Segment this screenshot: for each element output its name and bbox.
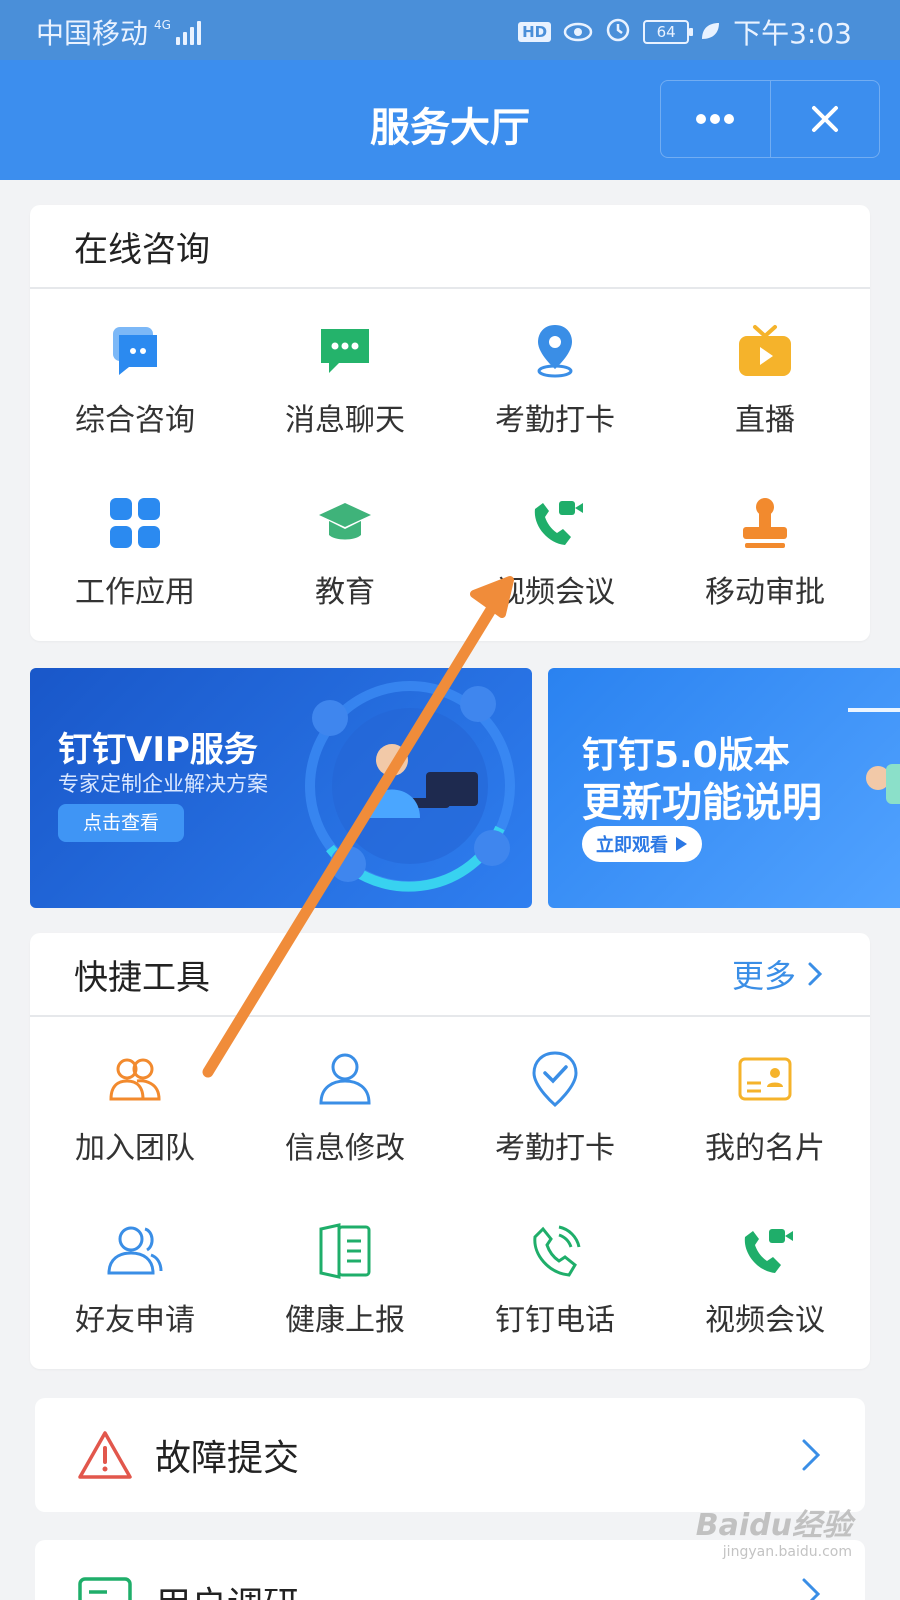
tool-item-ding-phone[interactable]: 钉钉电话 — [450, 1189, 660, 1361]
more-dots-icon — [696, 114, 735, 124]
tool-item-edit-info[interactable]: 信息修改 — [240, 1017, 450, 1189]
quick-tools-header: 快捷工具 更多 — [30, 933, 870, 1017]
play-triangle-icon — [676, 837, 687, 851]
consult-item-label: 考勤打卡 — [495, 403, 615, 438]
eye-icon — [563, 16, 593, 49]
banner-watch-label: 立即观看 — [596, 835, 668, 856]
consult-item-label: 工作应用 — [75, 575, 195, 610]
online-consult-header: 在线咨询 — [30, 205, 870, 289]
tool-item-label: 好友申请 — [75, 1303, 195, 1338]
consult-item-label: 直播 — [735, 403, 795, 438]
consult-item-live[interactable]: 直播 — [660, 289, 870, 461]
warning-icon — [78, 1431, 132, 1479]
user-survey-label: 用户调研 — [155, 1576, 299, 1600]
stamp-icon — [743, 498, 787, 548]
tool-item-join-team[interactable]: 加入团队 — [30, 1017, 240, 1189]
friends-icon — [107, 1226, 163, 1275]
online-consult-card: 在线咨询 综合咨询 消息聊天 考勤打卡 直播 工作应用 教育 视频会议 移动审批 — [30, 205, 870, 641]
banner-subtitle: 专家定制企业解决方案 — [58, 772, 268, 796]
chevron-right-icon — [802, 1439, 821, 1471]
close-button[interactable] — [771, 81, 880, 157]
business-card-icon — [738, 1057, 792, 1101]
quick-tools-grid: 加入团队 信息修改 考勤打卡 我的名片 好友申请 健康上报 钉钉电话 视频会议 — [30, 1017, 870, 1361]
graduation-cap-icon — [319, 503, 371, 540]
hd-badge: HD — [518, 22, 552, 42]
status-left: 中国移动 4G — [36, 12, 201, 52]
consult-item-label: 教育 — [315, 575, 375, 610]
tool-item-health-report[interactable]: 健康上报 — [240, 1189, 450, 1361]
alarm-icon — [605, 16, 631, 49]
consult-item-label: 视频会议 — [495, 575, 615, 610]
message-icon — [321, 329, 369, 373]
consult-item-work-apps[interactable]: 工作应用 — [30, 461, 240, 633]
close-icon — [811, 106, 838, 132]
watermark-url: jingyan.baidu.com — [722, 1544, 852, 1560]
tool-item-label: 钉钉电话 — [495, 1303, 615, 1338]
tool-item-attendance[interactable]: 考勤打卡 — [450, 1017, 660, 1189]
title-bar: 服务大厅 — [0, 60, 900, 180]
online-consult-title: 在线咨询 — [74, 229, 210, 270]
consult-item-video-meeting[interactable]: 视频会议 — [450, 461, 660, 633]
network-type: 4G — [154, 18, 171, 32]
consult-item-education[interactable]: 教育 — [240, 461, 450, 633]
consult-item-approval[interactable]: 移动审批 — [660, 461, 870, 633]
survey-icon — [78, 1577, 132, 1600]
tool-item-friend-request[interactable]: 好友申请 — [30, 1189, 240, 1361]
tool-item-business-card[interactable]: 我的名片 — [660, 1017, 870, 1189]
watermark: Baidu经验 jingyan.baidu.com — [696, 1500, 852, 1560]
tool-item-video-meeting[interactable]: 视频会议 — [660, 1189, 870, 1361]
banner-watch-button[interactable]: 立即观看 — [582, 826, 702, 862]
mini-program-capsule — [660, 80, 880, 158]
consult-item-message[interactable]: 消息聊天 — [240, 289, 450, 461]
video-call-icon — [534, 501, 583, 545]
fault-submit-row[interactable]: 故障提交 — [35, 1398, 865, 1512]
banner-title: 钉钉VIP服务 — [58, 730, 258, 770]
consult-item-label: 移动审批 — [705, 575, 825, 610]
tool-item-label: 信息修改 — [285, 1131, 405, 1166]
carrier-name: 中国移动 — [36, 17, 149, 50]
clock-time: 下午3:03 — [733, 17, 852, 50]
signal-icon — [173, 19, 201, 45]
tool-item-label: 健康上报 — [285, 1303, 405, 1338]
more-button[interactable] — [661, 81, 770, 157]
leaf-icon — [699, 16, 721, 49]
chevron-right-icon — [802, 1578, 821, 1600]
quick-tools-card: 快捷工具 更多 加入团队 信息修改 考勤打卡 我的名片 好友申请 健康上报 钉钉… — [30, 933, 870, 1369]
video-call-icon — [744, 1229, 793, 1273]
tool-item-label: 我的名片 — [705, 1131, 825, 1166]
phone-icon — [533, 1225, 581, 1277]
tool-item-label: 考勤打卡 — [495, 1131, 615, 1166]
consult-item-attendance[interactable]: 考勤打卡 — [450, 289, 660, 461]
tool-item-label: 视频会议 — [705, 1303, 825, 1338]
live-tv-icon — [739, 325, 791, 376]
more-label: 更多 — [731, 957, 796, 995]
location-check-icon — [532, 1051, 578, 1107]
team-icon — [109, 1058, 161, 1101]
banner-title-line2: 更新功能说明 — [582, 780, 822, 826]
health-report-icon — [319, 1223, 371, 1279]
consult-item-label: 综合咨询 — [75, 403, 195, 438]
quick-tools-title: 快捷工具 — [74, 957, 210, 998]
online-consult-grid: 综合咨询 消息聊天 考勤打卡 直播 工作应用 教育 视频会议 移动审批 — [30, 289, 870, 633]
battery-indicator: 64 — [643, 20, 694, 44]
fault-submit-label: 故障提交 — [155, 1438, 300, 1479]
location-pin-icon — [537, 325, 573, 378]
apps-grid-icon — [110, 498, 160, 548]
consult-item-general[interactable]: 综合咨询 — [30, 289, 240, 461]
banner-view-button[interactable]: 点击查看 — [58, 804, 184, 842]
user-icon — [319, 1053, 371, 1105]
tool-item-label: 加入团队 — [75, 1131, 195, 1166]
status-bar: 中国移动 4G HD 64 下午3:03 — [0, 0, 900, 60]
consult-chat-icon — [113, 327, 157, 375]
vip-service-banner[interactable]: 钉钉VIP服务 专家定制企业解决方案 点击查看 — [30, 668, 532, 908]
watermark-brand: Baidu经验 — [695, 1508, 852, 1543]
quick-tools-more-link[interactable]: 更多 — [732, 951, 826, 997]
consult-item-label: 消息聊天 — [285, 403, 405, 438]
version-update-banner[interactable]: 钉钉5.0版本 更新功能说明 立即观看 — [548, 668, 900, 908]
status-right: HD 64 下午3:03 — [518, 12, 852, 52]
chevron-right-icon — [808, 962, 823, 986]
